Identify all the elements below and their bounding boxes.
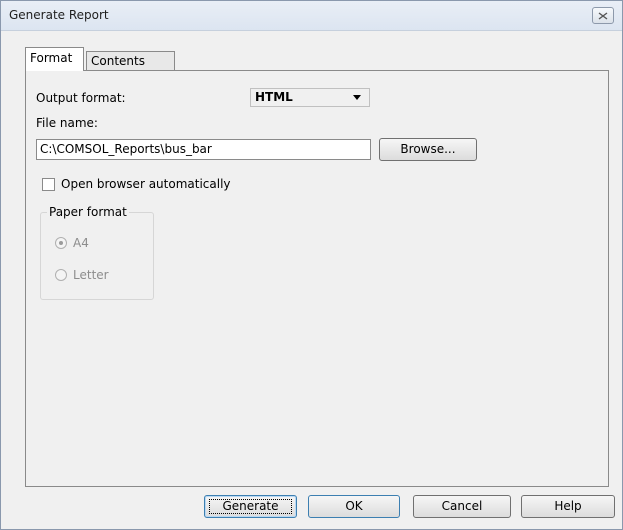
file-name-field[interactable]: C:\COMSOL_Reports\bus_bar [36, 139, 371, 160]
radio-letter-row[interactable]: Letter [55, 268, 109, 282]
paper-format-group: Paper format A4 Letter [40, 205, 154, 300]
close-icon [598, 11, 608, 20]
open-browser-label: Open browser automatically [61, 177, 231, 191]
tab-format[interactable]: Format [25, 47, 84, 71]
open-browser-checkbox[interactable] [42, 177, 55, 191]
browse-button[interactable]: Browse... [379, 138, 477, 161]
output-format-value: HTML [255, 90, 293, 104]
help-button[interactable]: Help [521, 495, 615, 518]
ok-button[interactable]: OK [308, 495, 400, 518]
format-panel: Output format: HTML File name: C:\COMSOL… [25, 70, 609, 487]
tab-contents[interactable]: Contents [86, 51, 175, 71]
titlebar: Generate Report [1, 1, 622, 31]
chevron-down-icon [353, 95, 361, 100]
generate-button[interactable]: Generate [204, 495, 297, 518]
radio-a4[interactable] [55, 237, 67, 249]
radio-letter-label: Letter [73, 268, 109, 282]
radio-a4-label: A4 [73, 236, 89, 250]
generate-report-dialog: Generate Report Format Contents Output f… [0, 0, 623, 530]
radio-a4-row[interactable]: A4 [55, 236, 89, 250]
output-format-label: Output format: [36, 91, 126, 105]
close-button[interactable] [592, 7, 614, 24]
cancel-button[interactable]: Cancel [413, 495, 511, 518]
file-name-label: File name: [36, 116, 98, 130]
window-title: Generate Report [9, 8, 109, 22]
paper-format-title: Paper format [47, 205, 129, 219]
radio-letter[interactable] [55, 269, 67, 281]
output-format-select[interactable]: HTML [250, 88, 370, 107]
open-browser-row[interactable]: Open browser automatically [42, 176, 231, 192]
focus-rectangle [209, 499, 292, 514]
